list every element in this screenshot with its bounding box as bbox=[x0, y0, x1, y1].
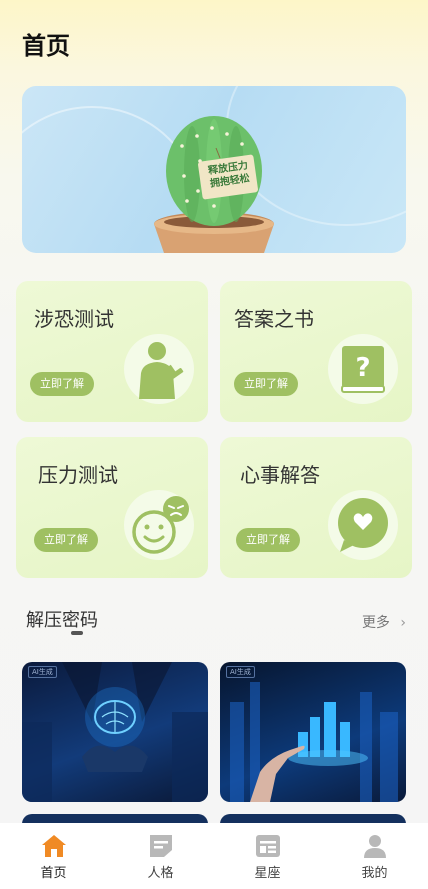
tab-label: 星座 bbox=[254, 866, 281, 881]
card-stress-test[interactable]: 压力测试 立即了解 bbox=[16, 437, 208, 578]
learn-more-button[interactable]: 立即了解 bbox=[236, 528, 300, 552]
tab-personality[interactable]: 人格 bbox=[107, 823, 214, 889]
card-icon-bg: ? bbox=[328, 334, 398, 404]
learn-more-button[interactable]: 立即了解 bbox=[234, 372, 298, 396]
home-icon bbox=[41, 835, 66, 857]
tab-label: 我的 bbox=[361, 866, 388, 881]
card-title: 答案之书 bbox=[234, 307, 314, 331]
question-book-icon: ? bbox=[341, 346, 385, 393]
bottom-tab-bar: 首页 人格 星座 我的 bbox=[0, 823, 428, 889]
card-heart-answer[interactable]: 心事解答 立即了解 bbox=[220, 437, 412, 578]
tab-mine[interactable]: 我的 bbox=[321, 823, 428, 889]
soldier-icon bbox=[139, 342, 184, 399]
tab-label: 首页 bbox=[40, 866, 67, 881]
page-title: 首页 bbox=[22, 32, 70, 60]
tab-constellation[interactable]: 星座 bbox=[214, 823, 321, 889]
ai-tag: AI生成 bbox=[226, 666, 255, 678]
svg-text:?: ? bbox=[355, 353, 370, 383]
card-icon-bg bbox=[124, 334, 194, 404]
tab-home[interactable]: 首页 bbox=[0, 823, 107, 889]
more-label: 更多 bbox=[361, 615, 390, 631]
person-icon bbox=[363, 835, 386, 858]
card-icon-bg bbox=[124, 490, 194, 560]
city-hand-illustration bbox=[230, 682, 398, 802]
section-underline bbox=[71, 631, 83, 635]
section-title: 解压密码 bbox=[26, 610, 98, 631]
learn-more-button[interactable]: 立即了解 bbox=[34, 528, 98, 552]
document-icon bbox=[149, 835, 172, 857]
card-title: 压力测试 bbox=[38, 463, 118, 487]
learn-more-button[interactable]: 立即了解 bbox=[30, 372, 94, 396]
brain-hands-illustration bbox=[22, 662, 208, 802]
calendar-icon bbox=[255, 835, 280, 857]
tab-label: 人格 bbox=[147, 866, 174, 881]
article-thumbnail[interactable]: AI生成 bbox=[220, 662, 406, 802]
more-link[interactable]: 更多 › bbox=[362, 612, 406, 632]
card-icon-bg bbox=[328, 490, 398, 560]
card-terror-test[interactable]: 涉恐测试 立即了解 bbox=[16, 281, 208, 422]
ai-tag: AI生成 bbox=[28, 666, 57, 678]
card-answer-book[interactable]: 答案之书 立即了解 ? bbox=[220, 281, 412, 422]
chevron-right-icon: › bbox=[400, 615, 406, 631]
card-title: 心事解答 bbox=[240, 463, 320, 487]
heart-chat-icon bbox=[338, 498, 388, 552]
smiley-icon bbox=[132, 496, 189, 554]
card-title: 涉恐测试 bbox=[34, 307, 114, 331]
article-thumbnail[interactable]: AI生成 bbox=[22, 662, 208, 802]
banner[interactable]: 释放压力 拥抱轻松 bbox=[22, 86, 406, 253]
